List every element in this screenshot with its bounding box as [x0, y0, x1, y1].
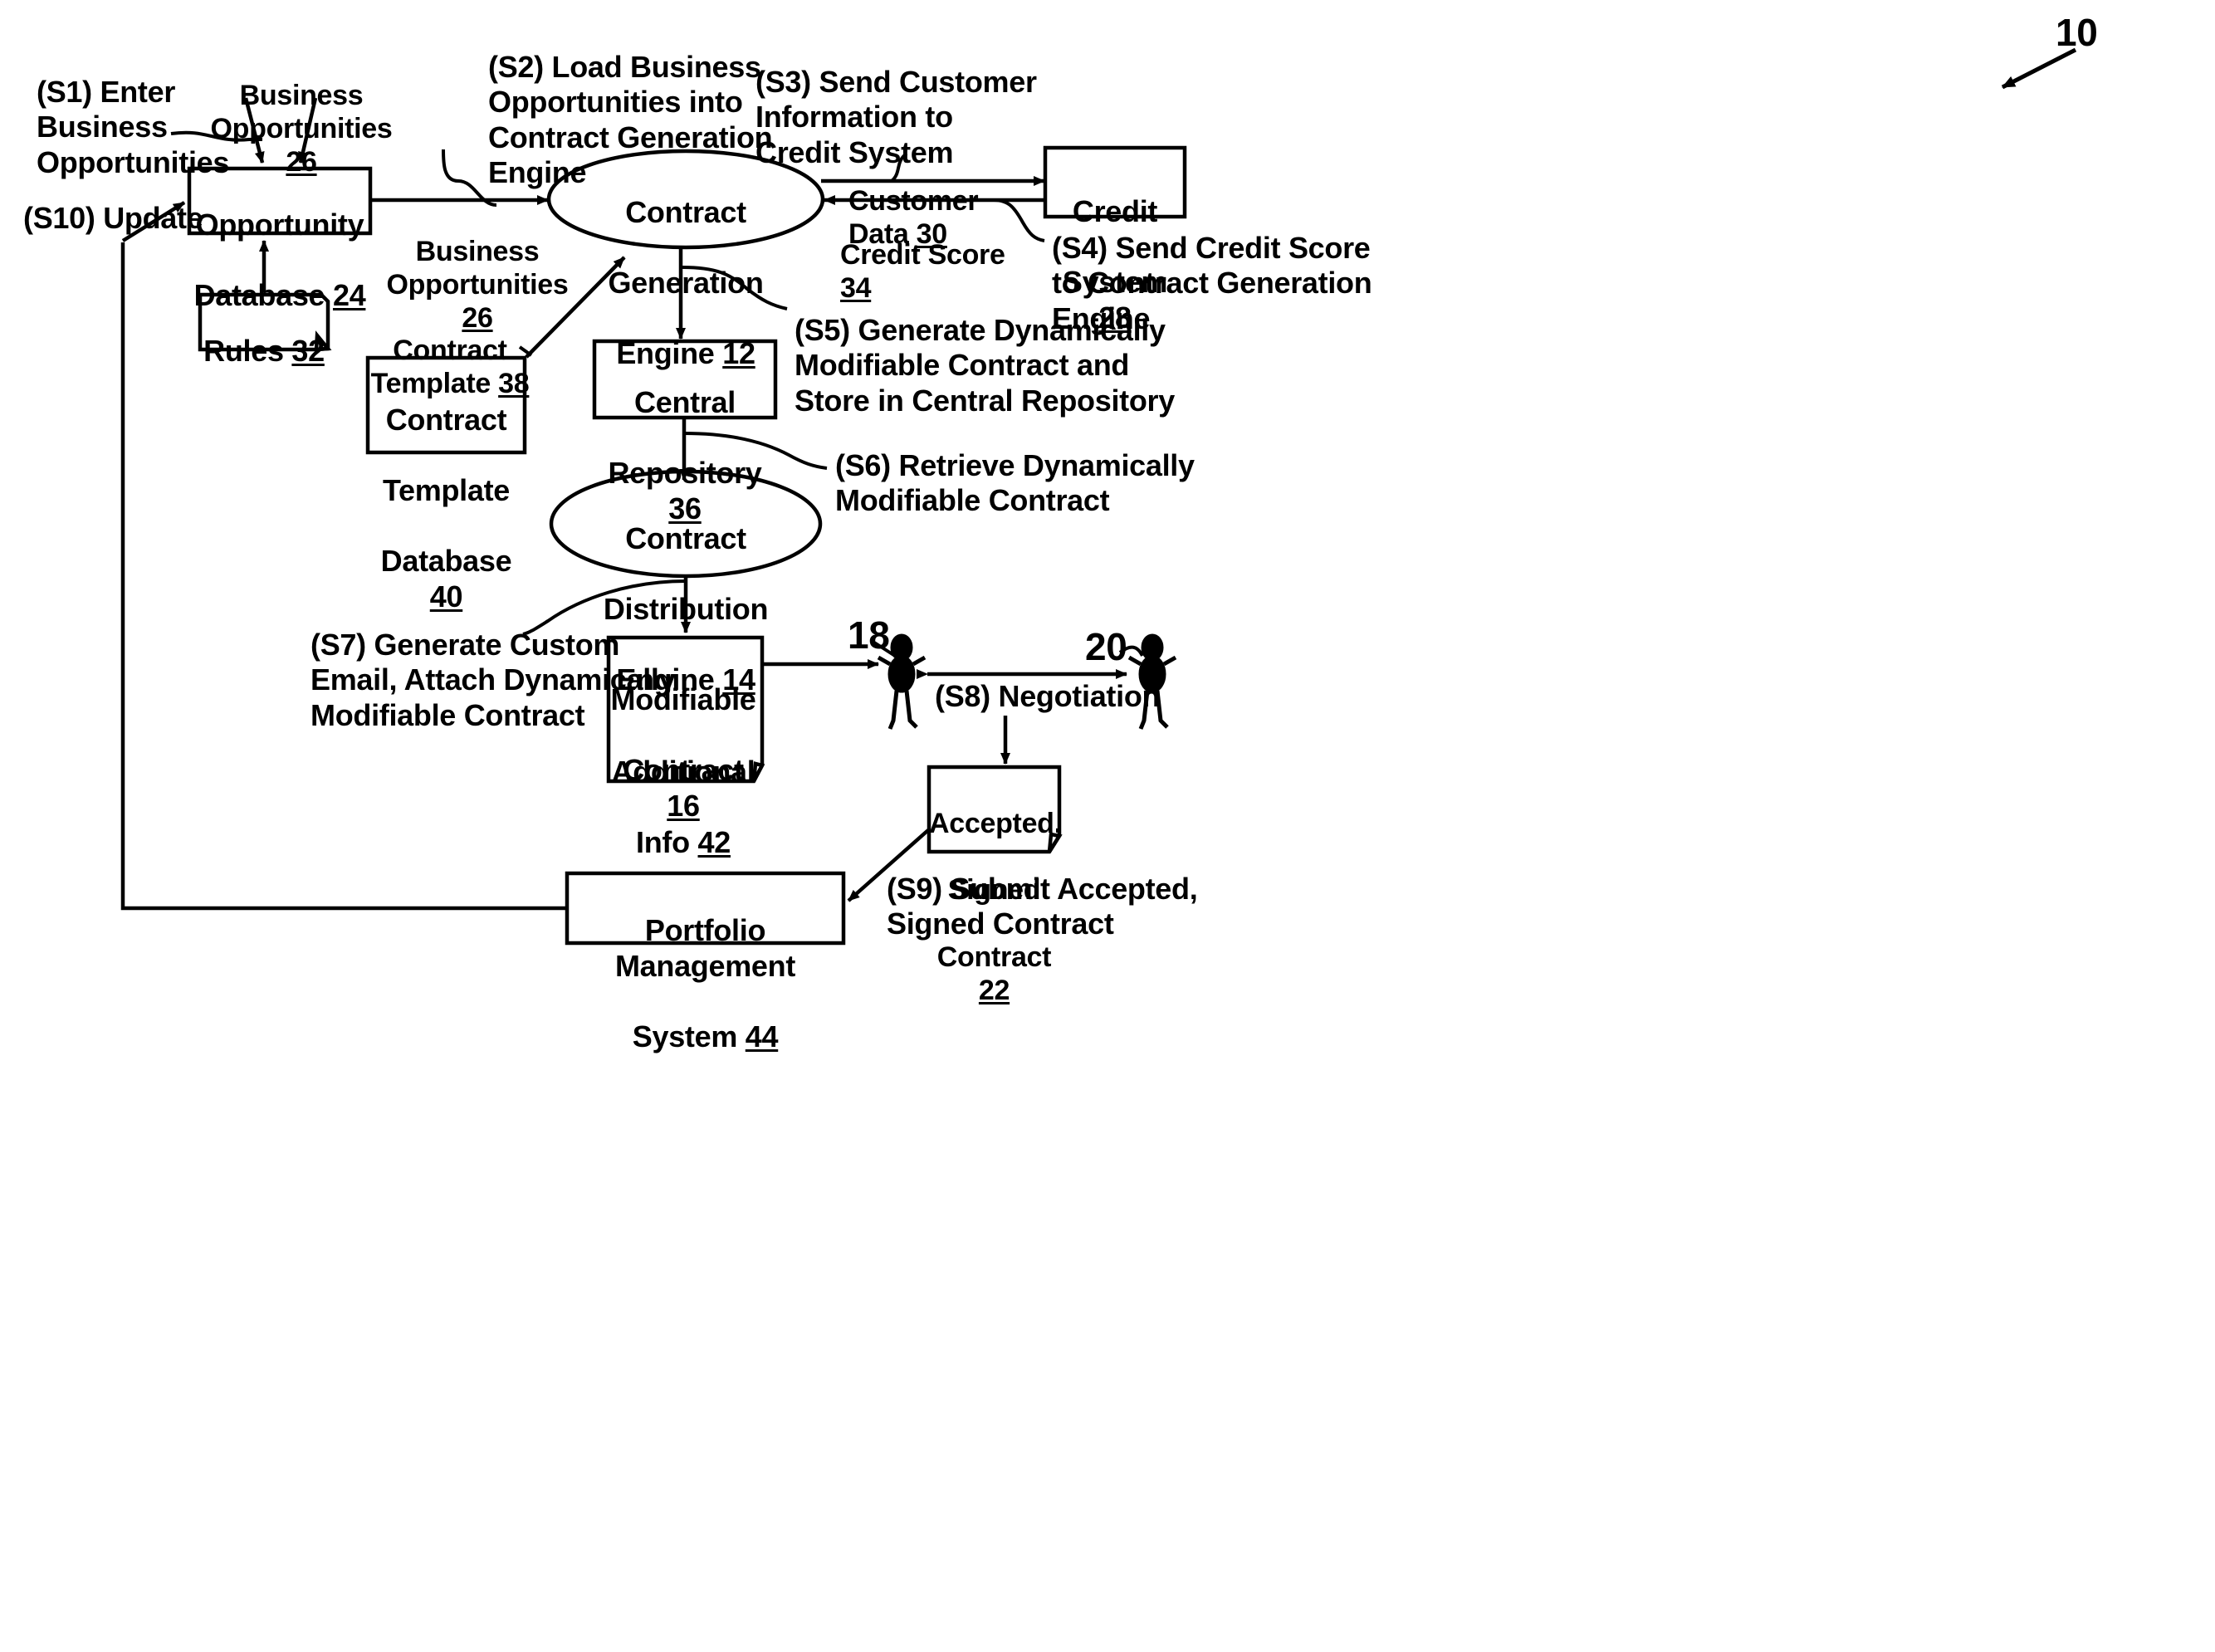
portfolio-management-system-label: Portfolio Management System 44: [567, 878, 843, 1054]
figure-lead-arrow: [2001, 47, 2077, 90]
node-line2: Generation: [608, 266, 764, 301]
ref-number: 34: [840, 272, 872, 305]
step-s8-label: (S8) Negotiation: [935, 679, 1161, 713]
step-s10-label: (S10) Update: [23, 201, 203, 235]
node-line2: Template: [383, 473, 510, 508]
flow-text: Business Opportunities: [210, 80, 393, 145]
flow-text: Credit Score: [840, 239, 1005, 271]
ref-number: 44: [745, 1019, 779, 1053]
node-line1: Contract: [625, 195, 746, 230]
flow-label-business-opportunities-top: Business Opportunities 26: [202, 46, 401, 178]
flow-text: Business Opportunities: [386, 236, 569, 301]
node-line1: Rules: [203, 334, 292, 369]
figure-reference-numeral: 10: [2056, 11, 2098, 54]
rules-label: Rules 32: [200, 299, 328, 369]
node-line2: System: [632, 1019, 746, 1053]
node-line4: Info: [636, 825, 698, 860]
patent-figure-diagram: 10 (S1) Enter Business Opportunities Bus…: [0, 0, 2215, 1652]
step-s9-label: (S9) Submit Accepted, Signed Contract: [887, 872, 1198, 941]
contract-generation-engine-label: Contract Generation Engine 12: [578, 160, 794, 372]
node-line3: Database: [380, 544, 512, 579]
node-line2: Repository: [608, 456, 762, 491]
node-line1: Central: [634, 385, 736, 420]
flow-label-credit-score: Credit Score 34: [840, 205, 1006, 305]
node-line1: Contract: [625, 521, 746, 556]
ref-number: 24: [332, 278, 366, 313]
node-line2: Distribution: [603, 592, 769, 627]
step-s5-label: (S5) Generate Dynamically Modifiable Con…: [795, 313, 1175, 418]
actor-18-reference: 18: [848, 613, 890, 657]
node-line1: Modifiable: [610, 682, 756, 717]
node-line1: Accepted,: [929, 808, 1062, 840]
node-line1: Credit: [1072, 194, 1158, 229]
node-line3: Contract: [936, 941, 1052, 973]
ref-number: 42: [697, 825, 731, 860]
node-line1: Opportunity: [195, 208, 364, 242]
ref-number: 22: [978, 974, 1010, 1006]
actor-20-reference: 20: [1085, 625, 1127, 668]
ref-number: 32: [291, 334, 325, 369]
contract-template-database-label: Contract Template Database 40: [368, 368, 525, 614]
opportunity-database-label: Opportunity Database 24: [189, 173, 370, 314]
node-line1: Contract: [385, 403, 507, 437]
node-line3: Additional: [611, 755, 755, 789]
node-line1: Portfolio Management: [614, 913, 796, 983]
additional-info-label: Additional Info 42: [609, 720, 758, 861]
ref-number: 40: [429, 579, 463, 613]
step-s6-label: (S6) Retrieve Dynamically Modifiable Con…: [835, 448, 1195, 518]
